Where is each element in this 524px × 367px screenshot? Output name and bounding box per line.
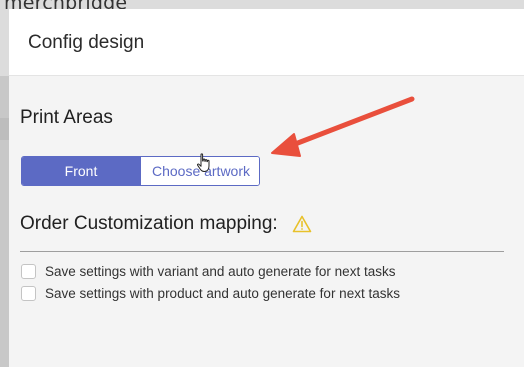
mapping-heading-text: Order Customization mapping: <box>20 213 278 234</box>
variant-settings-label: Save settings with variant and auto gene… <box>45 264 396 279</box>
config-design-modal: Config design Print Areas Front Choose a… <box>9 9 524 367</box>
hand-pointer-cursor-icon <box>196 153 210 172</box>
modal-body: Print Areas Front Choose artwork Order C… <box>9 77 524 367</box>
background-sidebar-item <box>0 118 9 140</box>
order-customization-mapping-heading: Order Customization mapping: <box>20 213 312 235</box>
variant-settings-option[interactable]: Save settings with variant and auto gene… <box>21 264 395 279</box>
product-settings-option[interactable]: Save settings with product and auto gene… <box>21 286 400 301</box>
print-area-segmented-control: Front Choose artwork <box>21 156 260 186</box>
modal-title: Config design <box>28 32 145 53</box>
variant-settings-checkbox[interactable] <box>21 264 36 279</box>
warning-triangle-icon <box>292 215 312 233</box>
front-button[interactable]: Front <box>22 157 140 185</box>
product-settings-label: Save settings with product and auto gene… <box>45 286 400 301</box>
product-settings-checkbox[interactable] <box>21 286 36 301</box>
modal-header: Config design <box>9 9 524 76</box>
section-divider <box>20 251 504 252</box>
print-areas-heading: Print Areas <box>20 107 113 128</box>
